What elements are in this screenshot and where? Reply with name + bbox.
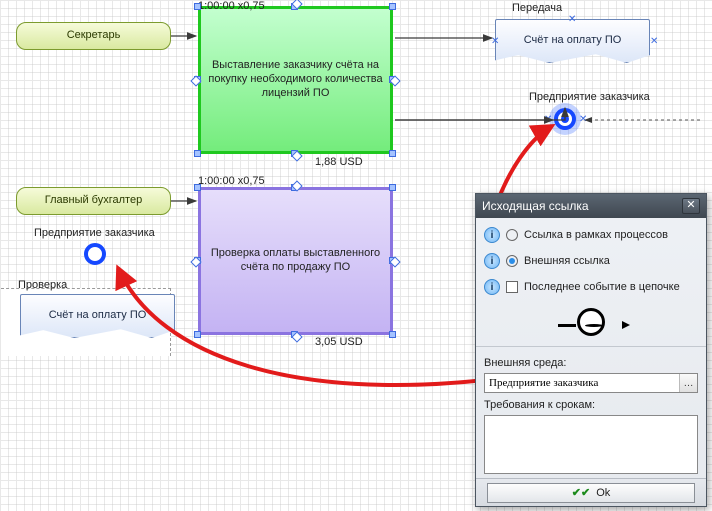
outgoing-link-dialog[interactable]: Исходящая ссылка ✕ i Ссылка в рамках про… (475, 193, 707, 507)
deadline-label: Требования к срокам: (484, 399, 698, 411)
anchor-cross: ✕ (544, 114, 552, 125)
resize-handle[interactable] (194, 184, 201, 191)
anchor-cross: ✕ (491, 36, 499, 47)
radio-process-link[interactable] (506, 229, 518, 241)
enterprise-label-left: Предприятие заказчика (34, 227, 155, 239)
dialog-body: i Ссылка в рамках процессов i Внешняя сс… (476, 218, 706, 478)
role-chief-accountant[interactable]: Главный бухгалтер (16, 187, 171, 215)
ring-marker-left[interactable] (84, 243, 106, 265)
external-env-label: Внешняя среда: (484, 357, 698, 369)
option-label: Последнее событие в цепочке (524, 281, 680, 293)
document-text: Счёт на оплату ПО (49, 309, 147, 323)
anchor-cross: ✕ (568, 14, 576, 25)
role-label: Секретарь (67, 29, 121, 43)
info-icon[interactable]: i (484, 253, 500, 269)
external-env-combo[interactable]: … (484, 373, 698, 393)
info-icon[interactable]: i (484, 227, 500, 243)
option-external-link[interactable]: i Внешняя ссылка (484, 250, 698, 272)
document-text: Счёт на оплату ПО (524, 34, 622, 48)
cost-label: 1,88 USD (315, 156, 363, 168)
resize-handle[interactable] (389, 184, 396, 191)
link-symbol-preview (577, 308, 605, 336)
role-secretary[interactable]: Секретарь (16, 22, 171, 50)
resize-handle[interactable] (194, 331, 201, 338)
resize-handle[interactable] (194, 3, 201, 10)
option-process-link[interactable]: i Ссылка в рамках процессов (484, 224, 698, 246)
dialog-footer: ✔✔ Ok (476, 478, 706, 506)
process-invoice-issue[interactable]: Выставление заказчику счёта на покупку н… (198, 6, 393, 154)
external-env-input[interactable] (485, 374, 679, 392)
checkbox-last-event[interactable] (506, 281, 518, 293)
ok-button[interactable]: ✔✔ Ok (487, 483, 695, 503)
dialog-titlebar[interactable]: Исходящая ссылка ✕ (476, 194, 706, 218)
deadline-textarea[interactable] (484, 415, 698, 474)
timing-label: 1:00:00 x0,75 (198, 0, 265, 12)
ellipsis-button[interactable]: … (679, 374, 697, 392)
enterprise-label-top: Предприятие заказчика (529, 91, 650, 103)
option-label: Ссылка в рамках процессов (524, 229, 668, 241)
transfer-label: Передача (512, 2, 562, 14)
role-label: Главный бухгалтер (45, 194, 142, 208)
process-payment-check[interactable]: Проверка оплаты выставленного счёта по п… (198, 187, 393, 335)
anchor-cross: ✕ (579, 114, 587, 125)
process-text: Выставление заказчику счёта на покупку н… (207, 59, 384, 100)
external-link-marker[interactable] (554, 108, 576, 130)
close-icon[interactable]: ✕ (682, 198, 700, 214)
timing-label: 1:00:00 x0,75 (198, 175, 265, 187)
option-last-event[interactable]: i Последнее событие в цепочке (484, 276, 698, 298)
resize-handle[interactable] (389, 331, 396, 338)
option-label: Внешняя ссылка (524, 255, 610, 267)
resize-handle[interactable] (389, 150, 396, 157)
process-text: Проверка оплаты выставленного счёта по п… (207, 247, 384, 275)
check-label: Проверка (18, 279, 67, 291)
ok-button-label: Ok (596, 487, 610, 499)
anchor-cross: ✕ (650, 36, 658, 47)
separator (476, 346, 706, 347)
resize-handle[interactable] (194, 150, 201, 157)
info-icon[interactable]: i (484, 279, 500, 295)
dialog-title-text: Исходящая ссылка (482, 199, 589, 213)
cost-label: 3,05 USD (315, 336, 363, 348)
radio-external-link[interactable] (506, 255, 518, 267)
resize-handle[interactable] (389, 3, 396, 10)
check-icon: ✔✔ (572, 486, 590, 499)
